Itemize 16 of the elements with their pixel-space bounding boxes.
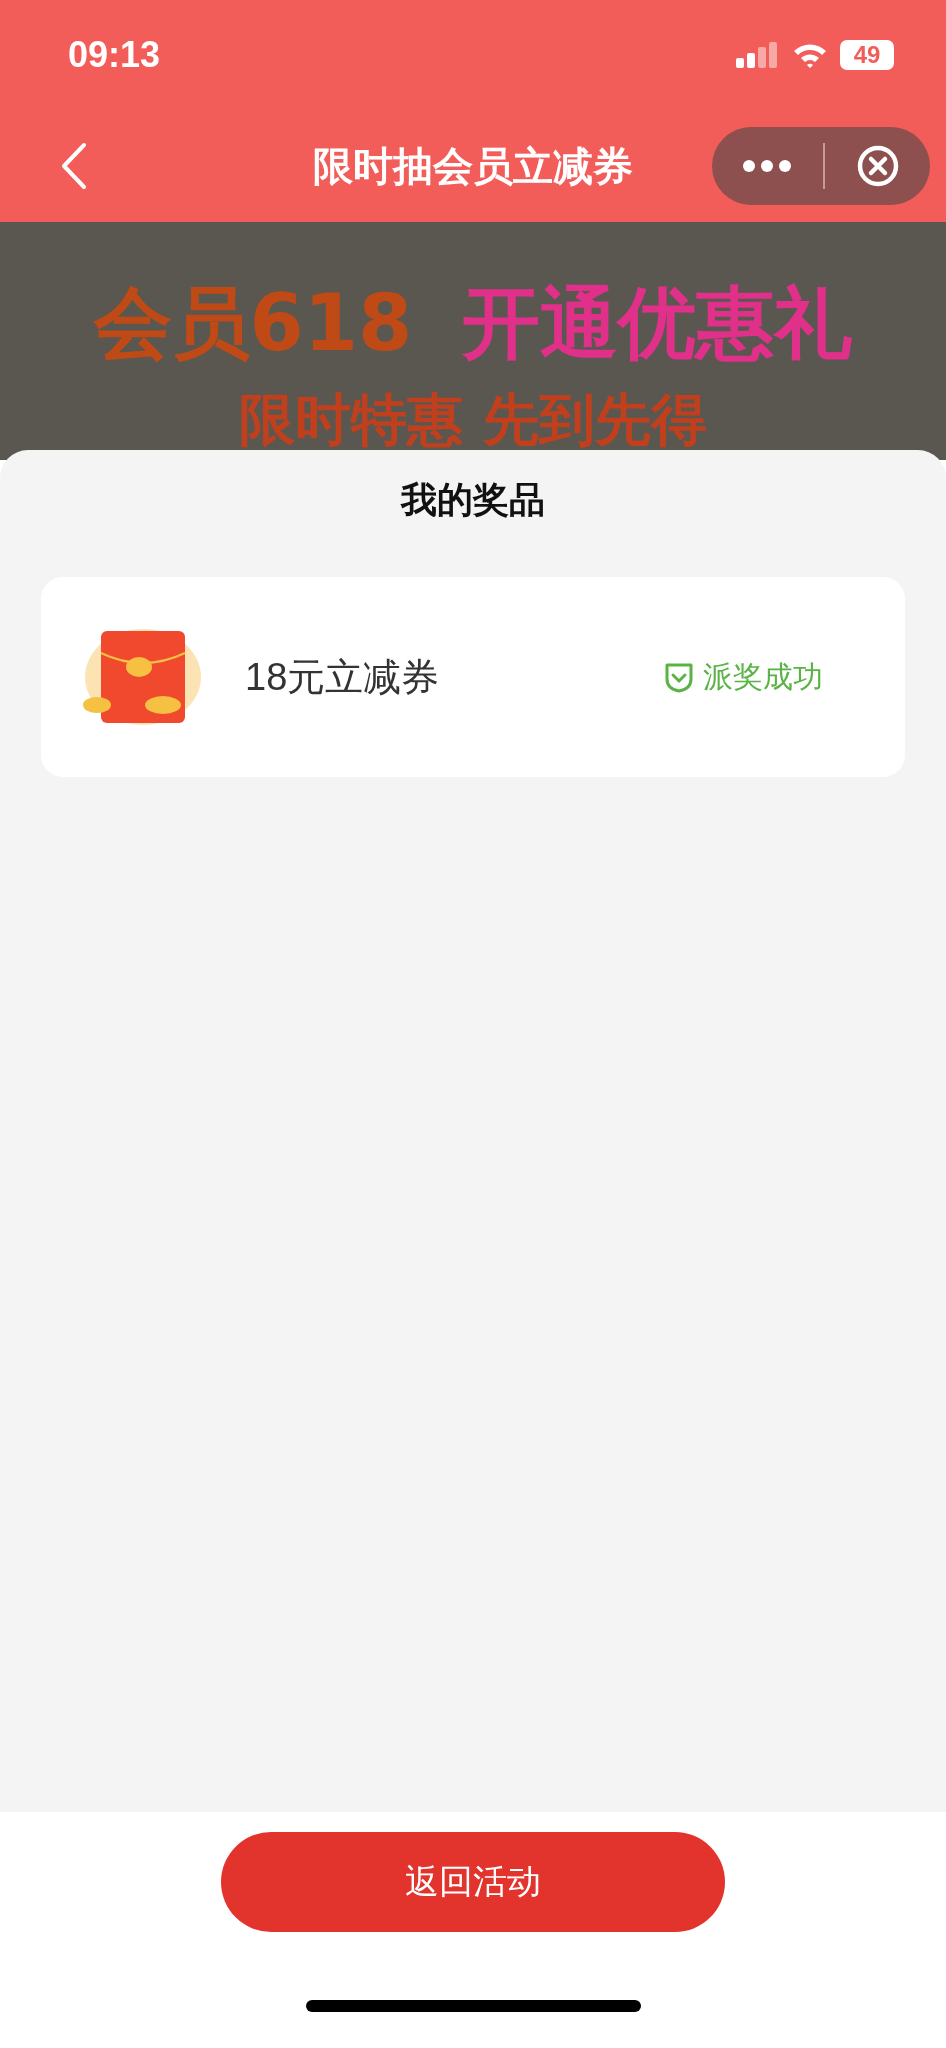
back-icon[interactable] [60, 142, 88, 190]
prize-status: 派奖成功 [703, 657, 823, 696]
page-title: 限时抽会员立减券 [313, 141, 633, 191]
signal-icon [736, 42, 780, 68]
sheet-title: 我的奖品 [401, 478, 545, 522]
status-time: 09:13 [68, 34, 161, 76]
return-button[interactable]: 返回活动 [221, 1832, 725, 1932]
check-shield-icon [663, 661, 695, 693]
close-icon[interactable] [856, 144, 901, 188]
more-icon[interactable] [741, 159, 792, 173]
banner-subtitle: 限时特惠 先到先得 [239, 392, 707, 448]
banner-headline: 开通优惠礼 [462, 284, 853, 362]
banner-headline: 会员618 [93, 284, 413, 362]
prize-name: 18元立减券 [245, 654, 440, 700]
battery-icon: 49 [840, 40, 894, 70]
envelope-icon [83, 627, 203, 727]
